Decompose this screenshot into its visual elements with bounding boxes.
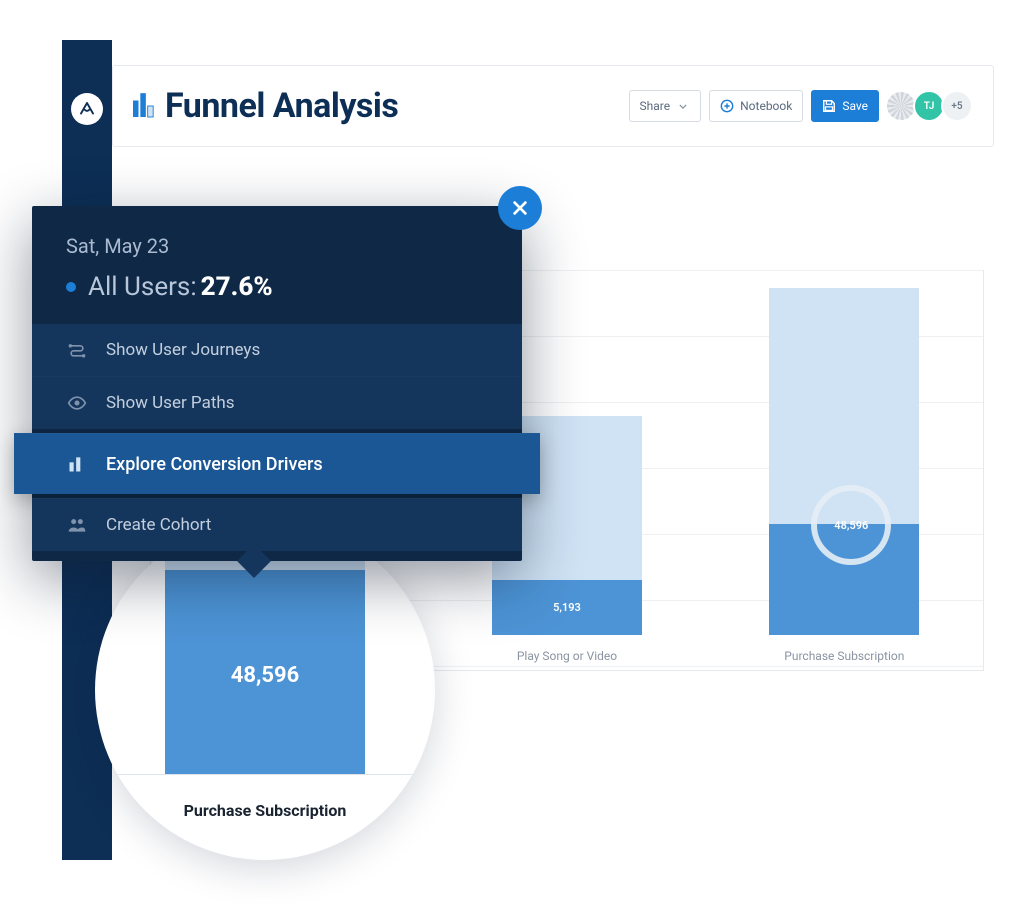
zoom-value: 48,596 bbox=[231, 663, 300, 688]
menu-label: Explore Conversion Drivers bbox=[106, 454, 323, 475]
zoom-label: Purchase Subscription bbox=[95, 801, 435, 820]
avatar-stack: TJ +5 bbox=[889, 90, 973, 122]
notebook-button[interactable]: Notebook bbox=[709, 90, 803, 122]
notebook-label: Notebook bbox=[740, 99, 792, 113]
popover-menu: Show User Journeys Show User Paths Explo… bbox=[32, 324, 522, 561]
menu-label: Create Cohort bbox=[106, 515, 211, 535]
funnel-chart-icon bbox=[133, 93, 155, 119]
microscope-popover: Sat, May 23 All Users: 27.6% Show User J… bbox=[32, 206, 522, 561]
journeys-icon bbox=[66, 339, 88, 361]
save-button[interactable]: Save bbox=[811, 90, 879, 122]
menu-show-user-journeys[interactable]: Show User Journeys bbox=[32, 324, 522, 376]
bar-chart-icon bbox=[66, 453, 88, 475]
save-icon bbox=[822, 99, 836, 113]
menu-explore-conversion-drivers[interactable]: Explore Conversion Drivers bbox=[14, 433, 540, 494]
avatar-overflow[interactable]: +5 bbox=[941, 90, 973, 122]
plus-circle-icon bbox=[720, 99, 734, 113]
chevron-down-icon bbox=[676, 99, 690, 113]
menu-show-user-paths[interactable]: Show User Paths bbox=[32, 376, 522, 429]
value-ring: 48,596 bbox=[811, 485, 891, 565]
brand-logo bbox=[71, 93, 103, 125]
save-label: Save bbox=[842, 99, 868, 113]
page-header: Funnel Analysis Share Notebook Save TJ +… bbox=[112, 65, 994, 147]
close-button[interactable] bbox=[498, 186, 542, 230]
eye-icon bbox=[66, 392, 88, 414]
ring-value: 48,596 bbox=[834, 519, 868, 532]
segment-value: 27.6% bbox=[201, 272, 273, 302]
segment-dot-icon bbox=[66, 282, 76, 292]
x-axis-label: Play Song or Video bbox=[517, 649, 617, 663]
bar-value: 5,193 bbox=[553, 601, 581, 614]
zoom-lens: 48,596 Purchase Subscription bbox=[95, 520, 435, 860]
funnel-step[interactable]: 48,596 Purchase Subscription bbox=[706, 270, 983, 635]
users-icon bbox=[66, 514, 88, 536]
menu-create-cohort[interactable]: Create Cohort bbox=[32, 498, 522, 551]
popover-date: Sat, May 23 bbox=[66, 234, 488, 258]
x-axis-label: Purchase Subscription bbox=[784, 649, 904, 663]
share-button[interactable]: Share bbox=[629, 90, 702, 122]
menu-label: Show User Paths bbox=[106, 393, 235, 413]
segment-label: All Users: bbox=[88, 272, 197, 302]
zoom-baseline bbox=[95, 774, 435, 775]
share-label: Share bbox=[640, 99, 671, 113]
menu-label: Show User Journeys bbox=[106, 340, 260, 360]
page-title: Funnel Analysis bbox=[165, 86, 398, 126]
